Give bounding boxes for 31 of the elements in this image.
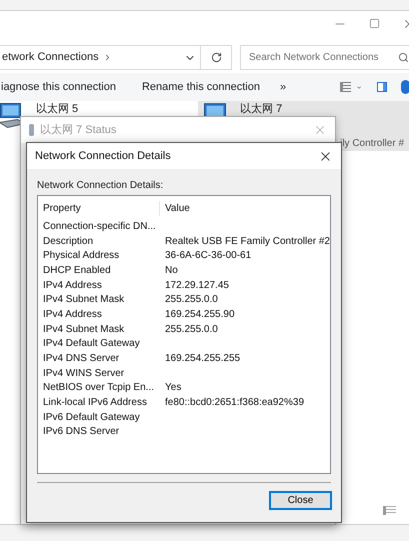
value-cell-text: 169.254.255.90 [164,308,235,322]
property-cell-text: Link-local IPv6 Address [43,396,148,410]
property-cell-text: IPv4 Address [43,278,103,293]
property-cell-text: IPv4 WINS Server [43,366,126,381]
property-cell-text: IPv4 Subnet Mask [43,293,126,308]
property-cell-text: IPv4 Subnet Mask [43,322,126,337]
property-cell-text: IPv6 DNS Server [43,425,120,440]
dialog-title: 以太网 7 Status [40,122,116,138]
value-cell-text: 172.29.127.45 [164,278,229,293]
property-cell-text: IPv4 Default Gateway [43,337,141,352]
value-cell-text: Yes [164,381,182,396]
address-path: etwork Connections [2,50,99,66]
value-cell-text: 255.255.0.0 [164,293,218,308]
value-cell-text: Realtek USB FE Family Controller #2 [164,234,330,249]
property-cell-text: Connection-specific DN... [43,220,157,234]
property-cell-text: Physical Address [43,249,120,264]
value-cell-text: 36-6A-6C-36-00-61 [164,249,252,264]
property-cell-text: IPv6 Default Gateway [43,410,141,425]
value-cell-text: fe80::bcd0:2651:f368:ea92%39 [164,396,304,410]
dialog-title: Network Connection Details [35,148,171,164]
value-cell-text: 169.254.255.255 [164,352,240,366]
property-cell-text: Description [43,234,94,249]
property-cell-text: IPv4 Address [43,308,103,322]
property-cell-text: DHCP Enabled [43,264,112,278]
connection-name: 以太网 5 [36,103,78,115]
value-cell-text: No [164,264,178,278]
property-cell-text: NetBIOS over Tcpip En... [43,381,155,396]
details-label: Network Connection Details: [37,179,164,193]
value-cell-text: 255.255.0.0 [164,322,218,337]
connection-name: 以太网 7 [240,103,284,115]
property-cell-text: IPv4 DNS Server [43,352,120,366]
